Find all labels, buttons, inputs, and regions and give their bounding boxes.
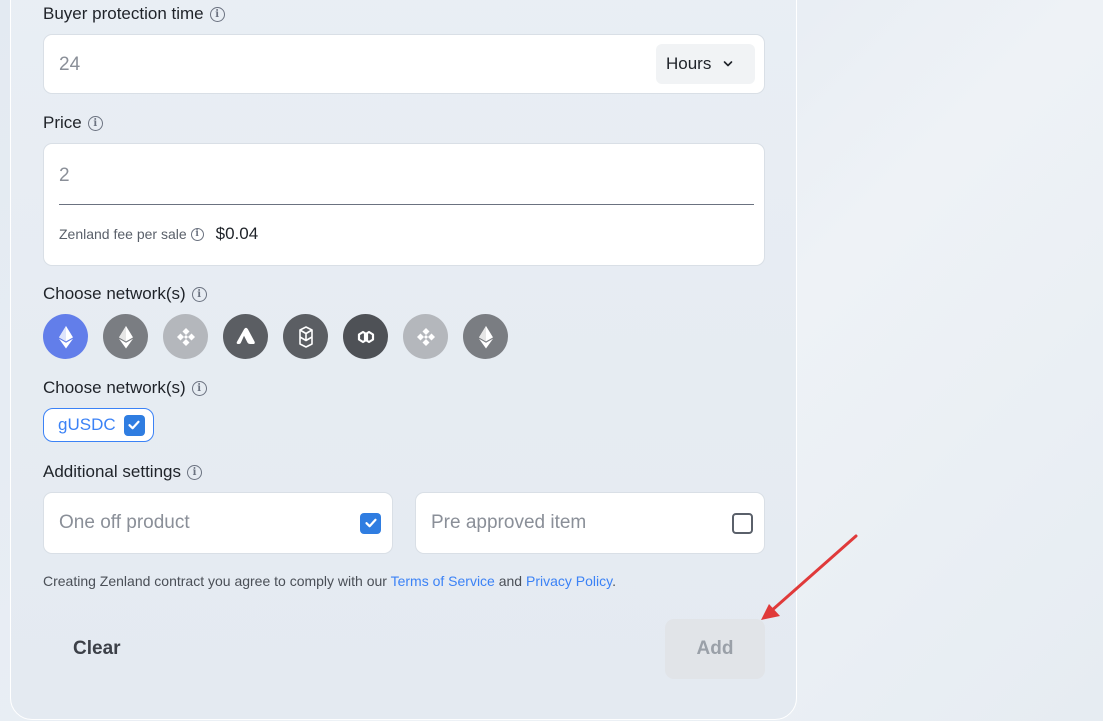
price-label-row: Price i — [43, 113, 103, 133]
time-unit-select[interactable]: Hours — [656, 44, 755, 84]
pre-approved-item-label: Pre approved item — [431, 512, 587, 533]
pre-approved-item-checkbox[interactable] — [732, 512, 753, 534]
info-icon[interactable]: i — [190, 227, 204, 241]
network-bnb-2[interactable] — [403, 314, 448, 359]
networks-label-row: Choose network(s) i — [43, 284, 207, 304]
terms-and: and — [494, 573, 526, 589]
clear-button[interactable]: Clear — [73, 638, 121, 660]
network-avalanche[interactable] — [223, 314, 268, 359]
fee-row: Zenland fee per sale i $0.04 — [59, 224, 258, 244]
bnb-icon — [416, 327, 435, 346]
price-card: 2 Zenland fee per sale i $0.04 — [43, 143, 765, 266]
buyer-protection-input[interactable]: 24 Hours — [43, 34, 765, 94]
avalanche-icon — [236, 327, 255, 344]
token-checkbox[interactable] — [123, 414, 145, 436]
info-icon[interactable]: i — [87, 115, 103, 131]
buyer-protection-value: 24 — [59, 54, 81, 75]
network-bnb[interactable] — [163, 314, 208, 359]
terms-notice: Creating Zenland contract you agree to c… — [43, 573, 616, 589]
ethereum-icon — [478, 325, 493, 348]
network-ethereum-2[interactable] — [103, 314, 148, 359]
network-fantom[interactable] — [283, 314, 328, 359]
additional-settings-label: Additional settings — [43, 462, 181, 481]
tokens-label: Choose network(s) — [43, 378, 186, 397]
add-button[interactable]: Add — [665, 619, 765, 679]
form-panel — [10, 0, 797, 720]
fee-label: Zenland fee per sale — [59, 226, 187, 242]
ethereum-icon — [58, 325, 73, 348]
network-polygon[interactable] — [343, 314, 388, 359]
terms-prefix: Creating Zenland contract you agree to c… — [43, 573, 391, 589]
network-ethereum[interactable] — [43, 314, 88, 359]
fantom-icon — [298, 325, 313, 348]
networks-label: Choose network(s) — [43, 284, 186, 303]
network-ethereum-3[interactable] — [463, 314, 508, 359]
one-off-product-option[interactable]: One off product — [43, 492, 393, 554]
info-icon[interactable]: i — [209, 6, 225, 22]
fee-value: $0.04 — [215, 224, 259, 243]
token-label: gUSDC — [58, 415, 116, 434]
bnb-icon — [176, 327, 195, 346]
token-chip-gusdc[interactable]: gUSDC — [43, 408, 154, 442]
checkmark-icon — [128, 420, 140, 430]
network-list — [43, 314, 508, 359]
pre-approved-item-option[interactable]: Pre approved item — [415, 492, 765, 554]
buyer-protection-label: Buyer protection time — [43, 4, 204, 23]
terms-suffix: . — [612, 573, 616, 589]
info-icon[interactable]: i — [186, 464, 202, 480]
info-icon[interactable]: i — [191, 380, 207, 396]
price-label: Price — [43, 113, 82, 132]
terms-of-service-link[interactable]: Terms of Service — [391, 573, 495, 589]
buyer-protection-label-row: Buyer protection time i — [43, 4, 225, 24]
annotation-arrow-icon — [761, 534, 858, 620]
privacy-policy-link[interactable]: Privacy Policy — [526, 573, 612, 589]
info-icon[interactable]: i — [191, 286, 207, 302]
tokens-label-row: Choose network(s) i — [43, 378, 207, 398]
price-divider — [59, 204, 754, 205]
one-off-product-label: One off product — [59, 512, 190, 533]
checkmark-icon — [364, 518, 377, 528]
ethereum-icon — [118, 325, 133, 348]
chevron-down-icon — [724, 61, 733, 67]
polygon-icon — [357, 330, 374, 343]
one-off-product-checkbox[interactable] — [360, 512, 381, 534]
price-input[interactable]: 2 — [59, 165, 70, 187]
additional-settings-label-row: Additional settings i — [43, 462, 202, 482]
time-unit-value: Hours — [666, 54, 712, 73]
